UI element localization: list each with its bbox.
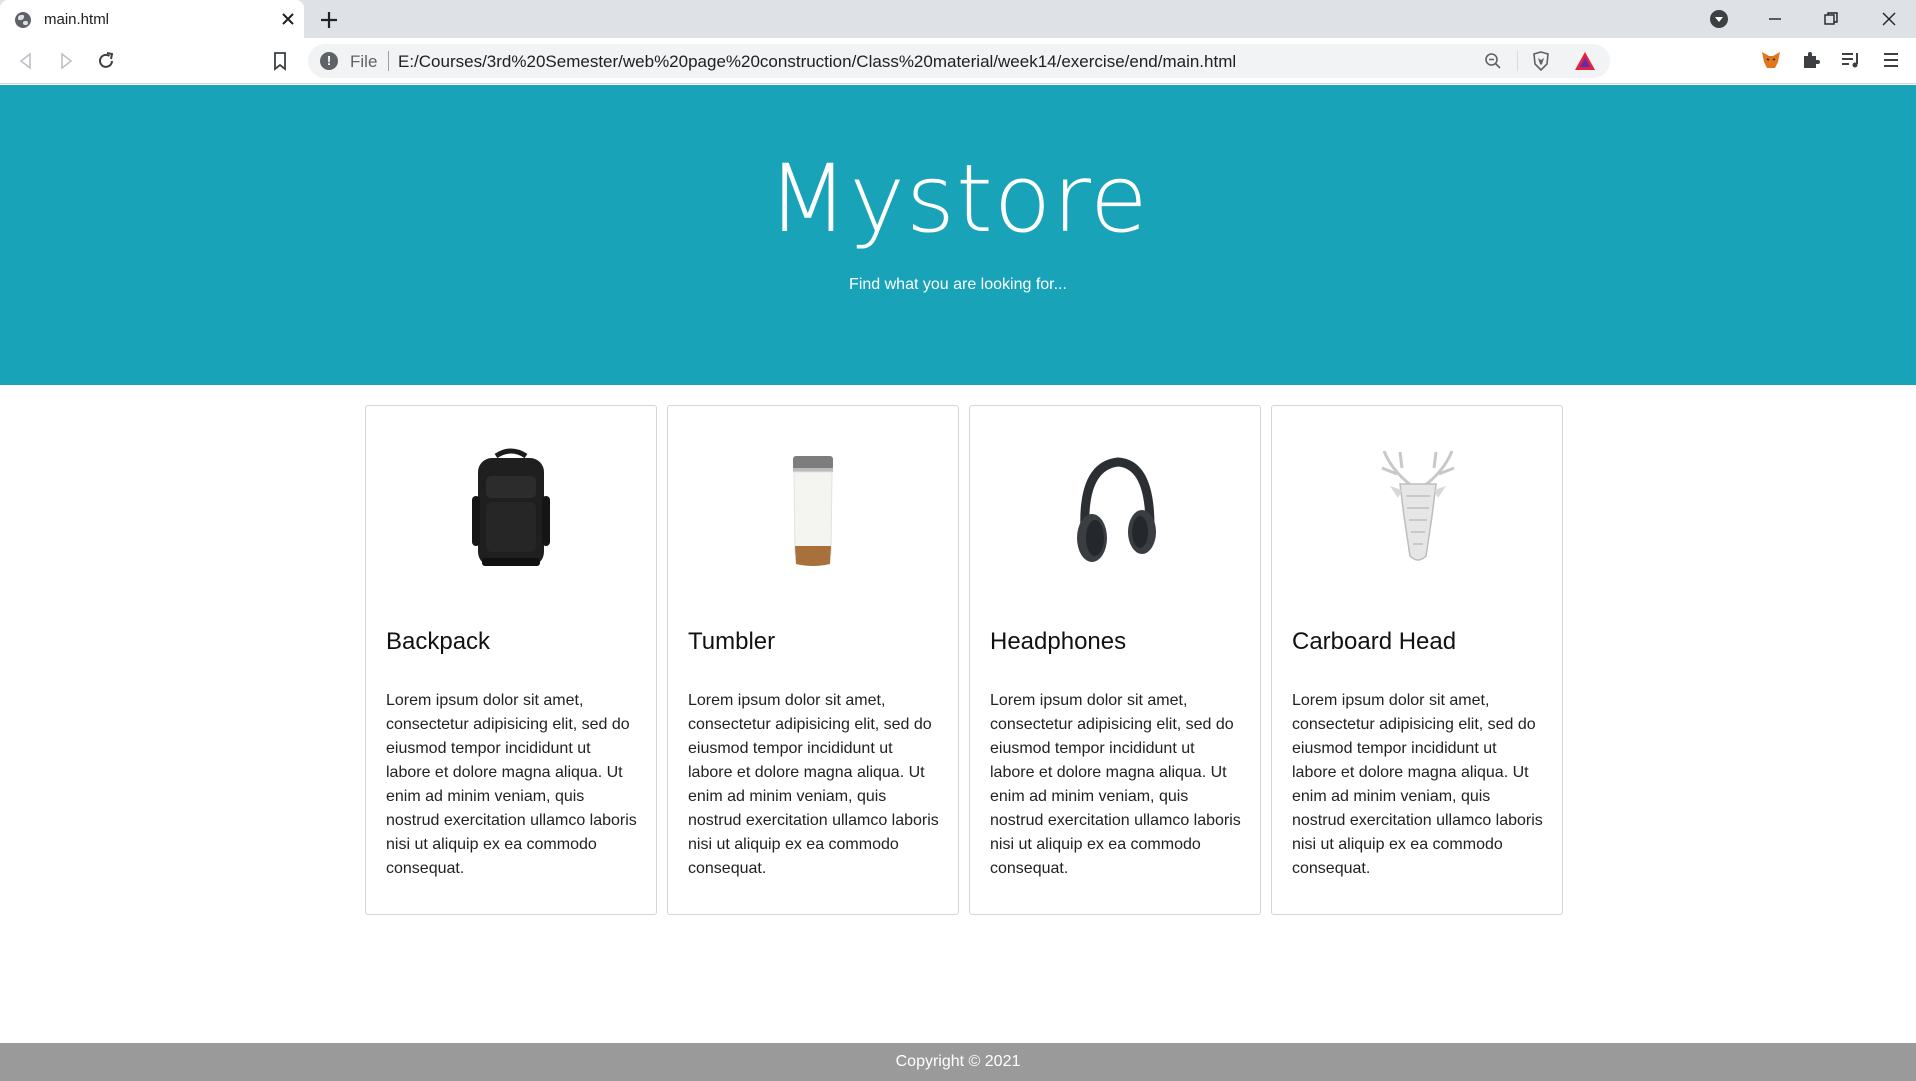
- headphones-image: [1077, 457, 1156, 562]
- browser-menu-icon[interactable]: [1879, 48, 1903, 72]
- product-card-backpack: Backpack Lorem ipsum dolor sit amet, con…: [365, 405, 657, 915]
- close-window-button[interactable]: [1878, 8, 1900, 30]
- url-text[interactable]: E:/Courses/3rd%20Semester/web%20page%20c…: [398, 52, 1236, 72]
- product-description: Lorem ipsum dolor sit amet, consectetur …: [386, 692, 637, 877]
- zoom-out-icon[interactable]: [1484, 52, 1502, 70]
- tab-title: main.html: [44, 11, 110, 28]
- page-footer: Copyright © 2021: [0, 1043, 1916, 1081]
- brave-rewards-icon[interactable]: [1573, 50, 1597, 72]
- product-title: Headphones: [990, 628, 1127, 655]
- omnibox-separator: [1517, 51, 1518, 71]
- product-grid: Backpack Lorem ipsum dolor sit amet, con…: [365, 405, 1563, 915]
- product-title: Tumbler: [688, 628, 776, 655]
- tab-main[interactable]: main.html: [0, 0, 304, 38]
- close-icon[interactable]: [278, 9, 298, 29]
- deer-head-image: [1381, 450, 1455, 561]
- address-bar[interactable]: ! File E:/Courses/3rd%20Semester/web%20p…: [308, 44, 1610, 78]
- copyright-text: Copyright © 2021: [895, 1053, 1021, 1070]
- page-content: Mystore Find what you are looking for...…: [0, 85, 1916, 1081]
- forward-icon[interactable]: [54, 49, 78, 73]
- product-description: Lorem ipsum dolor sit amet, consectetur …: [990, 692, 1241, 877]
- back-icon[interactable]: [14, 49, 38, 73]
- product-title: Carboard Head: [1292, 628, 1457, 655]
- product-card-headphones: Headphones Lorem ipsum dolor sit amet, c…: [969, 405, 1261, 915]
- extensions-icon[interactable]: [1799, 48, 1823, 72]
- product-card-carboard-head: Carboard Head Lorem ipsum dolor sit amet…: [1271, 405, 1563, 915]
- minimize-button[interactable]: [1764, 8, 1786, 30]
- site-subtitle: Find what you are looking for...: [849, 276, 1067, 293]
- brave-shields-icon[interactable]: [1530, 50, 1552, 72]
- site-title: Mystore: [767, 145, 1149, 254]
- globe-icon: [15, 12, 31, 28]
- bookmark-icon[interactable]: [268, 49, 292, 73]
- tab-strip: main.html: [0, 0, 1916, 38]
- url-scheme: File: [350, 52, 378, 71]
- info-icon[interactable]: !: [320, 52, 338, 70]
- product-description: Lorem ipsum dolor sit amet, consectetur …: [1292, 692, 1543, 877]
- browser-toolbar: ! File E:/Courses/3rd%20Semester/web%20p…: [0, 38, 1916, 84]
- reload-icon[interactable]: [94, 49, 118, 73]
- restore-button[interactable]: [1820, 8, 1842, 30]
- hero-banner: Mystore Find what you are looking for...: [0, 85, 1916, 385]
- product-title: Backpack: [386, 628, 491, 655]
- backpack-image: [472, 448, 550, 566]
- product-description: Lorem ipsum dolor sit amet, consectetur …: [688, 692, 939, 877]
- tab-search-icon[interactable]: [1710, 10, 1728, 28]
- media-controls-icon[interactable]: [1839, 48, 1863, 72]
- new-tab-button[interactable]: [318, 9, 340, 31]
- tumbler-image: [793, 456, 833, 566]
- metamask-icon[interactable]: [1759, 48, 1783, 72]
- address-separator: [388, 51, 389, 71]
- product-card-tumbler: Tumbler Lorem ipsum dolor sit amet, cons…: [667, 405, 959, 915]
